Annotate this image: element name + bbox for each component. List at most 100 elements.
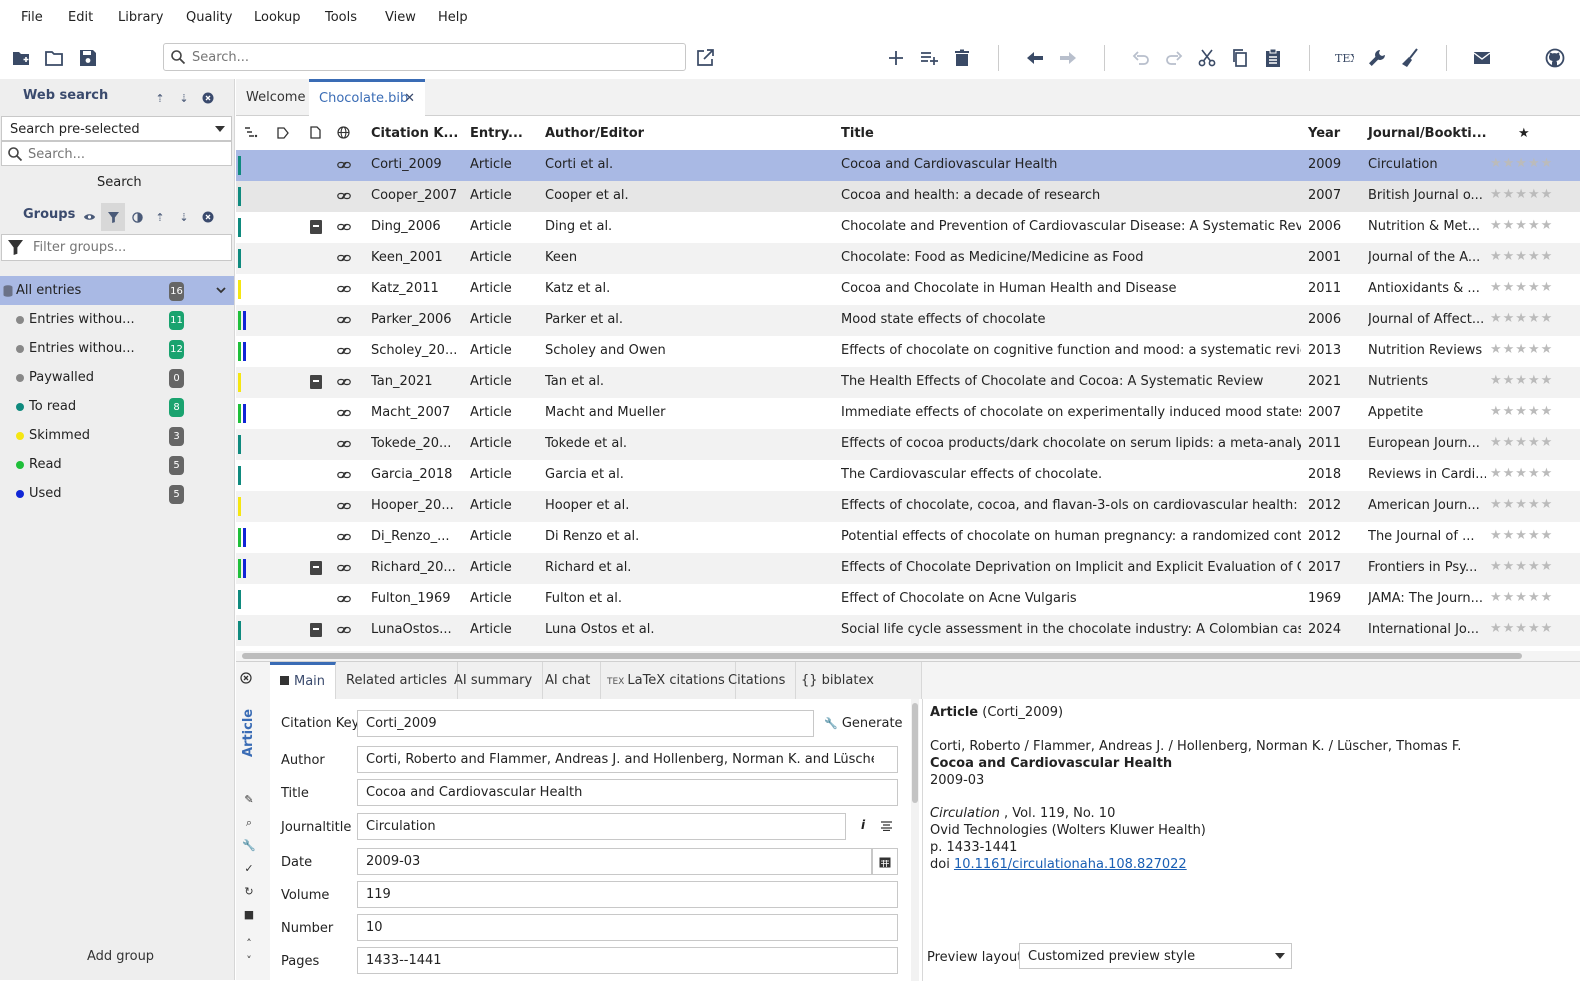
rank-stars[interactable]: ★★★★★ — [1490, 528, 1553, 543]
preview-layout-select[interactable]: Customized preview style — [1019, 943, 1292, 969]
link-icon[interactable] — [337, 561, 351, 575]
rank-stars[interactable]: ★★★★★ — [1490, 218, 1553, 233]
volume-field[interactable] — [357, 881, 898, 908]
rank-stars[interactable]: ★★★★★ — [1490, 187, 1553, 202]
menu-lookup[interactable]: Lookup — [254, 10, 301, 25]
web-search-input[interactable] — [26, 146, 216, 163]
menu-tools[interactable]: Tools — [325, 10, 357, 25]
table-row[interactable]: Cooper_2007 Article Cooper et al. Cocoa and… — [236, 181, 1580, 212]
editor-tab-citations[interactable]: Citations — [718, 662, 797, 699]
link-icon[interactable] — [337, 592, 351, 606]
github-icon[interactable] — [1544, 47, 1566, 69]
rank-stars[interactable]: ★★★★★ — [1490, 373, 1553, 388]
link-icon[interactable] — [337, 468, 351, 482]
journaltitle-field[interactable] — [357, 813, 846, 840]
rank-stars[interactable]: ★★★★★ — [1490, 156, 1553, 171]
preview-doi-link[interactable]: 10.1161/circulationaha.108.827022 — [954, 857, 1187, 872]
rank-stars[interactable]: ★★★★★ — [1490, 497, 1553, 512]
globe-icon[interactable] — [337, 126, 350, 139]
link-icon[interactable] — [337, 344, 351, 358]
save-icon[interactable] — [77, 47, 99, 69]
author-input[interactable] — [364, 751, 877, 768]
link-icon[interactable] — [337, 282, 351, 296]
table-row[interactable]: Parker_2006 Article Parker et al. Mood stat… — [236, 305, 1580, 336]
paste-icon[interactable] — [1262, 47, 1284, 69]
cleanup-icon[interactable]: ✓ — [242, 862, 256, 876]
wrench-icon[interactable]: 🔧 — [242, 839, 256, 853]
align-icon[interactable] — [881, 821, 892, 831]
open-library-icon[interactable] — [44, 47, 66, 69]
close-tab-icon[interactable]: ✕ — [404, 82, 415, 115]
column-header-title[interactable]: Title — [841, 126, 874, 141]
group-item[interactable]: To read 8 — [0, 392, 234, 421]
editor-tab-ai-chat[interactable]: AI chat — [535, 662, 602, 699]
table-row[interactable]: Macht_2007 Article Macht and Mueller Immedi… — [236, 398, 1580, 429]
info-icon[interactable]: i — [861, 818, 865, 832]
tree-expand-icon[interactable] — [244, 127, 258, 139]
move-up-icon[interactable]: ⇡ — [152, 209, 168, 225]
web-search-button[interactable]: Search — [97, 175, 142, 190]
filter-groups-field[interactable] — [1, 234, 232, 261]
trash-icon[interactable]: ■ — [242, 908, 256, 922]
generate-key-button[interactable]: 🔧 Generate — [824, 716, 903, 731]
link-icon[interactable] — [337, 530, 351, 544]
open-external-icon[interactable] — [694, 47, 716, 69]
editor-tab-latex-citations[interactable]: TEX LaTeX citations — [597, 662, 736, 699]
menu-file[interactable]: File — [21, 10, 43, 25]
editor-tab-biblatex-source[interactable]: {} biblatex source — [791, 662, 922, 725]
global-search[interactable] — [163, 43, 686, 71]
date-input[interactable] — [364, 853, 852, 870]
link-icon[interactable] — [337, 499, 351, 513]
group-item[interactable]: Entries withou... 12 — [0, 334, 234, 363]
table-row[interactable]: Richard_20... Article Richard et al. Effect… — [236, 553, 1580, 584]
table-row[interactable]: Katz_2011 Article Katz et al. Cocoa and Cho… — [236, 274, 1580, 305]
group-item[interactable]: Skimmed 3 — [0, 421, 234, 450]
column-header-rank[interactable]: ★ — [1518, 126, 1530, 141]
link-icon[interactable] — [337, 623, 351, 637]
delete-entry-icon[interactable] — [951, 47, 973, 69]
move-down-icon[interactable]: ⇣ — [176, 209, 192, 225]
link-icon[interactable] — [337, 313, 351, 327]
table-row[interactable]: Di_Renzo_... Article Di Renzo et al. Potent… — [236, 522, 1580, 553]
eye-icon[interactable] — [81, 209, 97, 225]
rank-stars[interactable]: ★★★★★ — [1490, 404, 1553, 419]
fields-scrollbar[interactable] — [911, 699, 919, 981]
column-header-entry-type[interactable]: Entry... — [470, 126, 523, 141]
refresh-icon[interactable]: ↻ — [242, 885, 256, 899]
link-icon[interactable] — [337, 158, 351, 172]
wrench-icon[interactable] — [1366, 47, 1388, 69]
groups-column-icon[interactable] — [277, 127, 289, 139]
pdf-file-icon[interactable] — [310, 623, 322, 637]
journaltitle-input[interactable] — [364, 818, 827, 835]
title-field[interactable] — [357, 779, 898, 806]
close-editor-icon[interactable] — [240, 672, 252, 684]
close-groups-icon[interactable] — [200, 209, 216, 225]
group-item[interactable]: Paywalled 0 — [0, 363, 234, 392]
rank-stars[interactable]: ★★★★★ — [1490, 466, 1553, 481]
editor-tab-main[interactable]: Main — [270, 662, 337, 699]
table-row[interactable]: Tan_2021 Article Tan et al. The Health Effe… — [236, 367, 1580, 398]
rank-stars[interactable]: ★★★★★ — [1490, 249, 1553, 264]
menu-edit[interactable]: Edit — [68, 10, 93, 25]
pdf-file-icon[interactable] — [310, 375, 322, 389]
column-header-citation-key[interactable]: Citation K... — [371, 126, 458, 141]
table-row[interactable]: Garcia_2018 Article Garcia et al. The Cardi… — [236, 460, 1580, 491]
link-icon[interactable] — [337, 375, 351, 389]
citation-key-field[interactable] — [357, 710, 814, 737]
entry-type-label[interactable]: Article — [241, 709, 263, 757]
group-item[interactable]: Entries withou... 11 — [0, 305, 234, 334]
rank-stars[interactable]: ★★★★★ — [1490, 311, 1553, 326]
chevron-down-icon[interactable] — [216, 287, 226, 294]
undo-icon[interactable] — [1130, 47, 1152, 69]
scrollbar-thumb[interactable] — [912, 703, 918, 803]
number-field[interactable] — [357, 914, 898, 941]
rank-stars[interactable]: ★★★★★ — [1490, 590, 1553, 605]
menu-help[interactable]: Help — [438, 10, 468, 25]
link-icon[interactable] — [337, 406, 351, 420]
pdf-file-icon[interactable] — [310, 220, 322, 234]
rank-stars[interactable]: ★★★★★ — [1490, 435, 1553, 450]
add-group-button[interactable]: Add group — [87, 949, 154, 964]
table-row[interactable]: Keen_2001 Article Keen Chocolate: Food as M… — [236, 243, 1580, 274]
cleanup-icon[interactable] — [1399, 47, 1421, 69]
chevron-down-icon[interactable]: ˅ — [242, 954, 256, 968]
